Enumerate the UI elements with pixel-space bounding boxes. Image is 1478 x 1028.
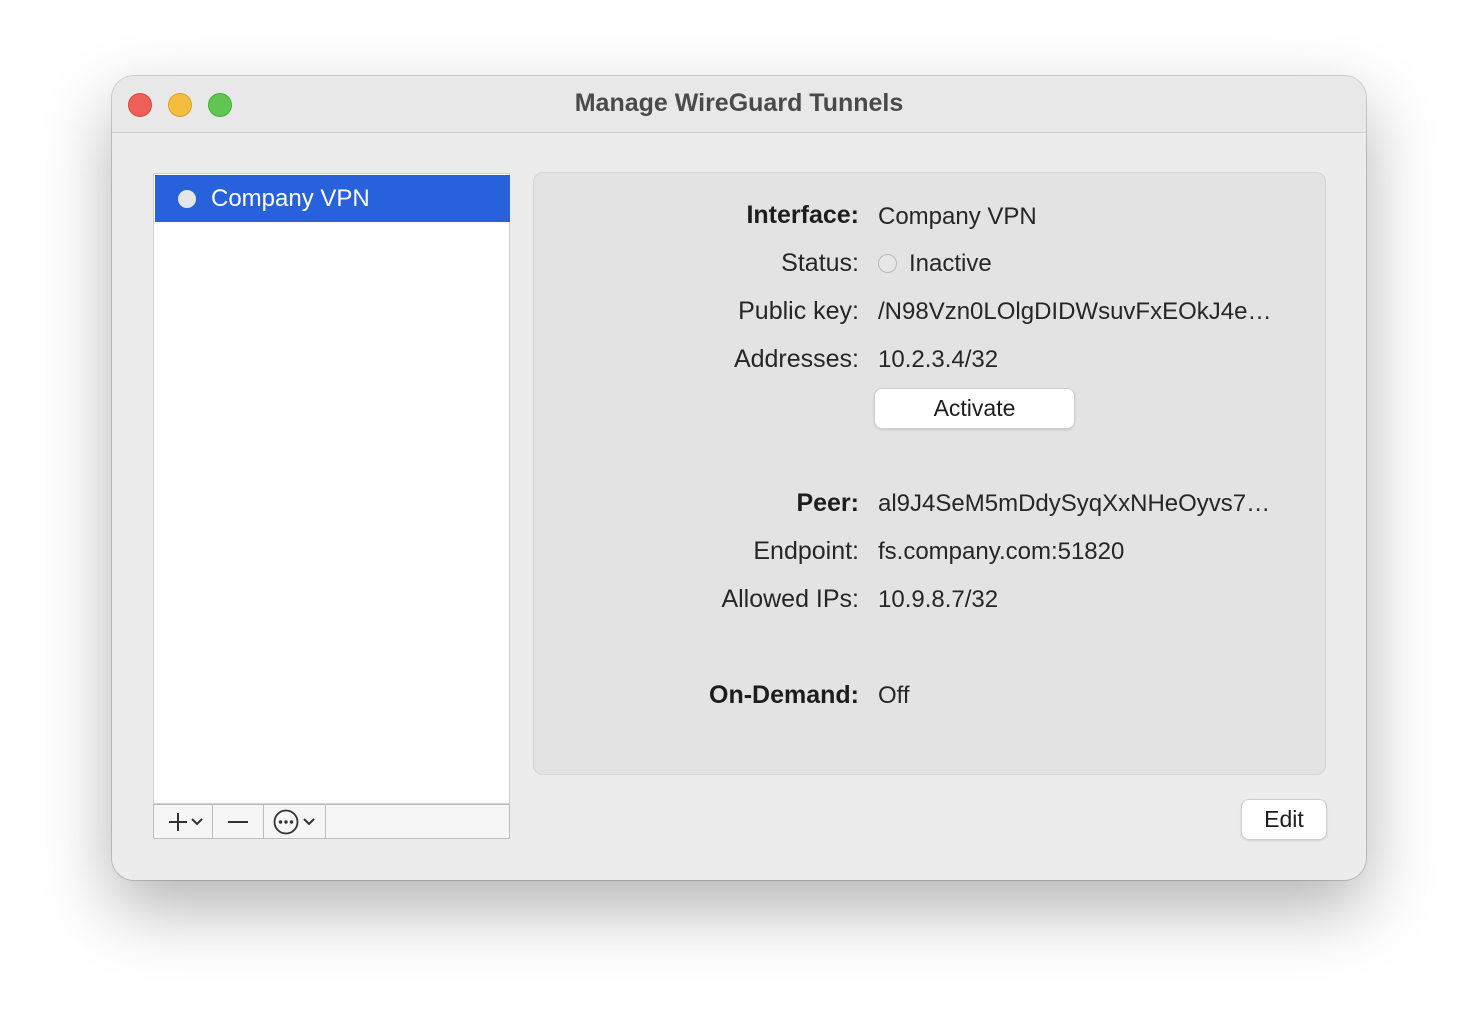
status-value: Inactive [909, 250, 992, 277]
status-dot-icon [878, 254, 897, 273]
allowed-ips-value: 10.9.8.7/32 [878, 586, 999, 613]
tunnel-list: Company VPN [153, 173, 510, 804]
action-menu-button[interactable] [264, 805, 326, 838]
interface-label: Interface: [746, 201, 859, 229]
status-value-group: Inactive [878, 250, 992, 278]
ellipsis-circle-icon [273, 809, 315, 834]
title-bar[interactable]: Manage WireGuard Tunnels [112, 76, 1366, 133]
public-key-value: /N98Vzn0LOlgDIDWsuvFxEOkJ4e… [878, 298, 1272, 325]
public-key-label: Public key: [738, 297, 859, 325]
on-demand-label: On-Demand: [709, 681, 859, 709]
add-tunnel-button[interactable] [154, 805, 213, 838]
minus-icon [228, 820, 248, 823]
activate-button[interactable]: Activate [874, 388, 1075, 429]
status-label: Status: [781, 249, 859, 277]
tunnel-detail-panel: Interface: Company VPN Status: Inactive … [533, 172, 1326, 775]
endpoint-label: Endpoint: [753, 537, 859, 565]
window-title: Manage WireGuard Tunnels [574, 89, 904, 117]
status-dot-icon [178, 190, 196, 208]
peer-label: Peer: [796, 489, 859, 517]
edit-button[interactable]: Edit [1241, 799, 1327, 840]
tunnel-list-item[interactable]: Company VPN [155, 175, 510, 222]
endpoint-value: fs.company.com:51820 [878, 538, 1125, 565]
allowed-ips-label: Allowed IPs: [721, 585, 859, 613]
tunnel-name: Company VPN [211, 185, 370, 212]
app-window: Manage WireGuard Tunnels Company VPN Int… [112, 76, 1366, 880]
addresses-value: 10.2.3.4/32 [878, 346, 999, 373]
tunnel-list-toolbar [153, 804, 510, 839]
plus-icon [169, 812, 203, 831]
on-demand-value: Off [878, 682, 910, 709]
remove-tunnel-button[interactable] [213, 805, 264, 838]
interface-value: Company VPN [878, 203, 1037, 230]
addresses-label: Addresses: [733, 345, 859, 373]
peer-value: al9J4SeM5mDdySyqXxNHeOyvs7… [878, 490, 1271, 517]
